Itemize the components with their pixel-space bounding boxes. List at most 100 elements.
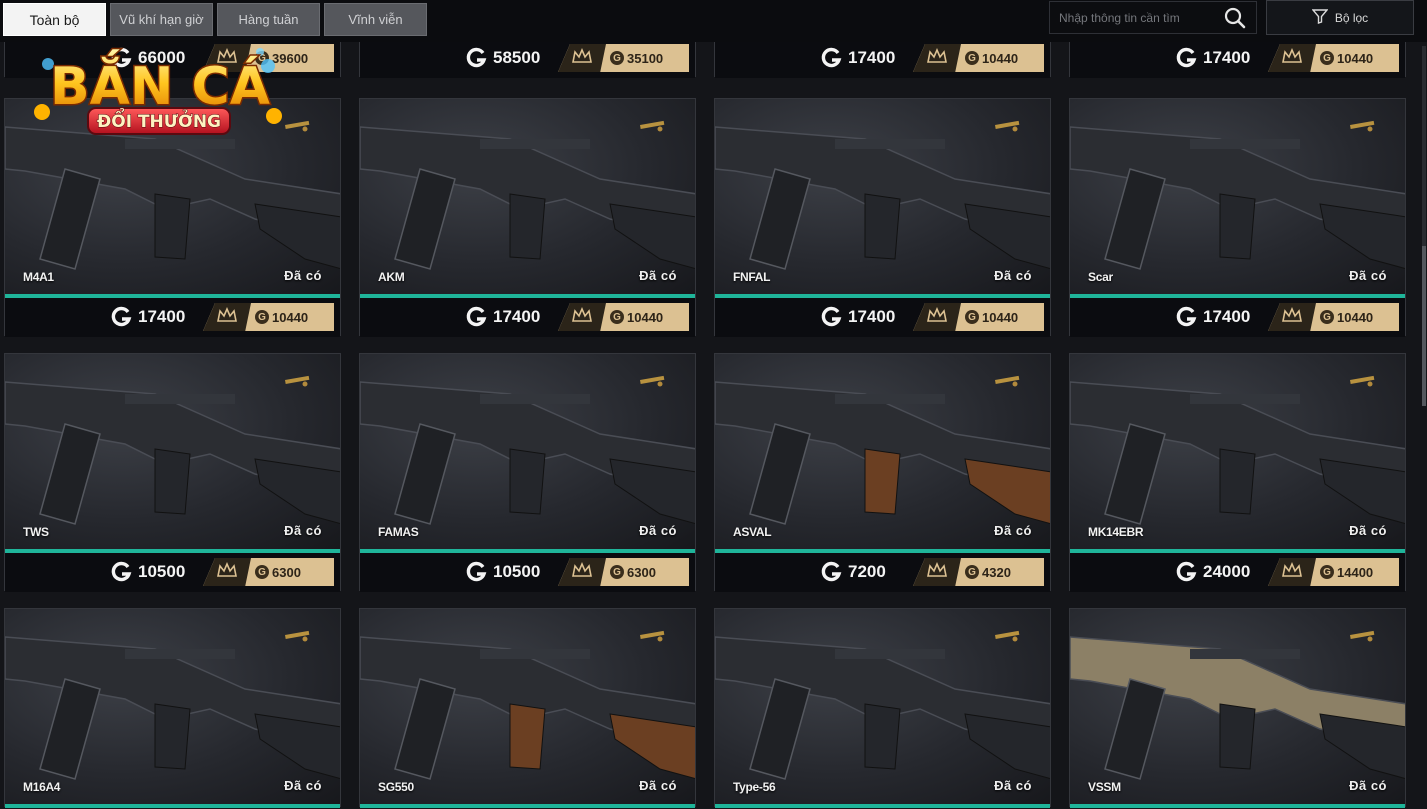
gold-price: 7200 (820, 560, 886, 584)
weapon-card[interactable]: VSSM Đã có (1069, 608, 1406, 808)
weapon-image (5, 354, 340, 549)
vip-price-tag[interactable]: G 14400 (1268, 558, 1399, 586)
g-coin-mini-icon: G (965, 51, 979, 65)
crown-icon (926, 306, 948, 328)
vip-price-tag[interactable]: G 10440 (558, 303, 689, 331)
vip-price-value: 10440 (1337, 50, 1374, 66)
gold-price-value: 17400 (1203, 307, 1251, 326)
g-coin-icon (466, 306, 487, 327)
weapon-name: Type-56 (733, 780, 776, 794)
owned-badge: Đã có (994, 268, 1032, 283)
gold-price: 10500 (465, 560, 540, 584)
weapon-name: FNFAL (733, 270, 771, 284)
vip-price-tag[interactable]: G 4320 (913, 558, 1044, 586)
weapon-card[interactable]: FAMAS Đã có 10500 G 6300 (359, 353, 696, 592)
weapon-image (1070, 354, 1405, 549)
g-coin-mini-icon: G (610, 310, 624, 324)
scrollbar[interactable] (1422, 46, 1426, 406)
weapon-card[interactable]: Scar Đã có 17400 G 10440 (1069, 98, 1406, 337)
gold-price: 17400 (820, 46, 895, 70)
tab-all[interactable]: Toàn bộ (3, 3, 106, 36)
gold-price: 17400 (820, 305, 895, 329)
gold-price: 58500 (465, 46, 540, 70)
tab-weekly[interactable]: Hàng tuần (217, 3, 320, 36)
gold-price: 17400 (110, 305, 185, 329)
weapon-card[interactable]: M16A4 Đã có (4, 608, 341, 808)
g-coin-mini-icon: G (965, 310, 979, 324)
owned-badge: Đã có (639, 268, 677, 283)
weapon-card[interactable]: MK14EBR Đã có 24000 G 14400 (1069, 353, 1406, 592)
weapon-name: FAMAS (378, 525, 419, 539)
gold-price-value: 10500 (493, 562, 541, 581)
weapon-image (1070, 99, 1405, 294)
search-icon[interactable] (1222, 5, 1248, 31)
owned-indicator-bar (715, 804, 1050, 808)
gold-price: 17400 (465, 305, 540, 329)
price-bar: 10500 G 6300 (5, 553, 340, 592)
weapon-image (360, 99, 695, 294)
weapon-card[interactable]: ASVAL Đã có 7200 G 4320 (714, 353, 1051, 592)
search-input[interactable] (1050, 1, 1222, 34)
tab-timed-weapons[interactable]: Vũ khí hạn giờ (110, 3, 213, 36)
owned-badge: Đã có (994, 778, 1032, 793)
filter-label: Bộ lọc (1334, 10, 1369, 25)
weapon-image (1070, 609, 1405, 804)
owned-badge: Đã có (1349, 778, 1387, 793)
g-coin-mini-icon: G (255, 565, 269, 579)
crown-icon (1281, 47, 1303, 69)
g-coin-mini-icon: G (1320, 565, 1334, 579)
owned-badge: Đã có (639, 523, 677, 538)
vip-price-tag[interactable]: G 6300 (558, 558, 689, 586)
weapon-name: SG550 (378, 780, 414, 794)
crown-icon (926, 561, 948, 583)
price-bar: 17400 G 10440 (715, 298, 1050, 337)
g-coin-mini-icon: G (255, 310, 269, 324)
g-coin-icon (821, 306, 842, 327)
tab-permanent[interactable]: Vĩnh viễn (324, 3, 427, 36)
crown-icon (571, 47, 593, 69)
price-bar: 17400 G 10440 (5, 298, 340, 337)
vip-price-value: 6300 (272, 564, 301, 580)
owned-badge: Đã có (639, 778, 677, 793)
weapon-card[interactable]: AKM Đã có 17400 G 10440 (359, 98, 696, 337)
vip-price-tag[interactable]: G 10440 (913, 303, 1044, 331)
g-coin-icon (1176, 47, 1197, 68)
owned-badge: Đã có (284, 268, 322, 283)
weapon-card[interactable]: FNFAL Đã có 17400 G 10440 (714, 98, 1051, 337)
g-coin-icon (1176, 306, 1197, 327)
price-bar: 17400 G 10440 (1070, 39, 1405, 78)
filter-button[interactable]: Bộ lọc (1266, 0, 1414, 35)
owned-indicator-bar (5, 804, 340, 808)
gold-price: 17400 (1175, 305, 1250, 329)
vip-price-tag[interactable]: G 6300 (203, 558, 334, 586)
gold-price-value: 58500 (493, 48, 541, 67)
weapon-name: AKM (378, 270, 405, 284)
g-coin-icon (466, 561, 487, 582)
weapon-card[interactable]: Type-56 Đã có (714, 608, 1051, 808)
g-coin-mini-icon: G (610, 51, 624, 65)
vip-price-tag[interactable]: G 10440 (913, 44, 1044, 72)
vip-price-tag[interactable]: G 10440 (203, 303, 334, 331)
g-coin-icon (466, 47, 487, 68)
weapon-card[interactable]: TWS Đã có 10500 G 6300 (4, 353, 341, 592)
vip-price-tag[interactable]: G 10440 (1268, 44, 1399, 72)
vip-price-value: 14400 (1337, 564, 1374, 580)
g-coin-icon (111, 561, 132, 582)
gold-price-value: 10500 (138, 562, 186, 581)
owned-badge: Đã có (994, 523, 1032, 538)
vip-price-tag[interactable]: G 35100 (558, 44, 689, 72)
weapon-card[interactable]: SG550 Đã có (359, 608, 696, 808)
weapon-name: Scar (1088, 270, 1113, 284)
g-coin-mini-icon: G (1320, 310, 1334, 324)
owned-indicator-bar (1070, 804, 1405, 808)
owned-indicator-bar (360, 804, 695, 808)
price-bar: 7200 G 4320 (715, 553, 1050, 592)
price-bar: 24000 G 14400 (1070, 553, 1405, 592)
scrollbar-thumb[interactable] (1422, 246, 1426, 406)
crown-icon (1281, 306, 1303, 328)
vip-price-value: 10440 (982, 309, 1019, 325)
price-bar: 17400 G 10440 (360, 298, 695, 337)
weapon-image (360, 354, 695, 549)
vip-price-tag[interactable]: G 10440 (1268, 303, 1399, 331)
owned-badge: Đã có (284, 523, 322, 538)
